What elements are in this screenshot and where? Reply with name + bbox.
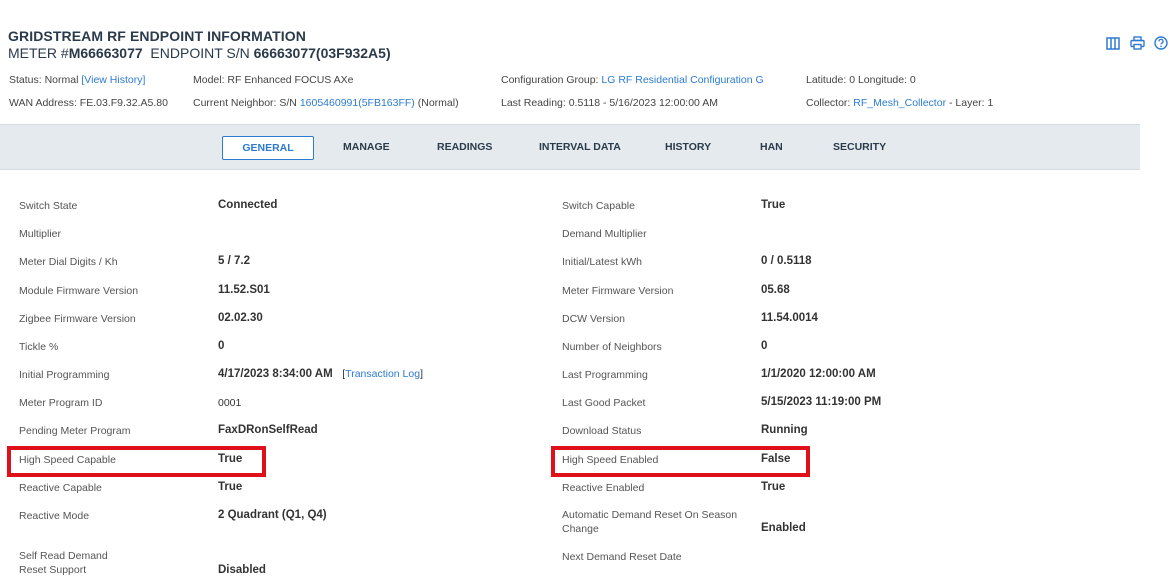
label-multiplier: Multiplier [19, 228, 62, 240]
value-number-of-neighbors: 0 [761, 340, 768, 352]
value-auto-demand-reset: Enabled [761, 522, 806, 534]
value-dial-digits: 5 / 7.2 [218, 255, 250, 267]
label-module-firmware: Module Firmware Version [19, 285, 139, 297]
page-header: GRIDSTREAM RF ENDPOINT INFORMATION METER… [8, 28, 391, 61]
tab-interval-data[interactable]: INTERVAL DATA [539, 136, 621, 160]
highlight-box-high-speed-enabled [551, 446, 810, 477]
neighbor-prefix: Current Neighbor: S/N [193, 97, 297, 109]
label-reactive-enabled: Reactive Enabled [562, 482, 645, 494]
tab-han[interactable]: HAN [760, 136, 783, 160]
highlight-box-high-speed-capable [7, 446, 266, 477]
help-icon[interactable] [1153, 35, 1169, 51]
value-last-good-packet: 5/15/2023 11:19:00 PM [761, 396, 882, 408]
transaction-log-close: ] [420, 368, 423, 380]
endpoint-sn: 66663077(03F932A5) [253, 45, 391, 61]
label-next-demand-reset: Next Demand Reset Date [562, 551, 682, 563]
neighbor-link[interactable]: 1605460991(5FB163FF) [300, 97, 415, 109]
label-number-of-neighbors: Number of Neighbors [562, 341, 662, 353]
label-reactive-capable: Reactive Capable [19, 482, 102, 494]
config-group-link[interactable]: LG RF Residential Configuration G [601, 74, 763, 86]
label-zigbee-firmware: Zigbee Firmware Version [19, 313, 136, 325]
label-dial-digits: Meter Dial Digits / Kh [19, 256, 118, 268]
label-initial-latest-kwh: Initial/Latest kWh [562, 256, 642, 268]
value-module-firmware: 11.52.S01 [218, 284, 270, 296]
label-dcw-version: DCW Version [562, 313, 626, 325]
label-last-programming: Last Programming [562, 369, 648, 381]
label-self-read-demand-line1: Self Read Demand [19, 550, 108, 562]
label-self-read-demand-line2: Reset Support [19, 564, 87, 576]
config-prefix: Configuration Group: [501, 74, 599, 86]
tab-security[interactable]: SECURITY [833, 136, 886, 160]
neighbor-suffix: (Normal) [417, 97, 459, 109]
value-meter-firmware: 05.68 [761, 284, 790, 296]
meter-prefix: METER # [8, 45, 69, 61]
collector-info: Collector: RF_Mesh_Collector - Layer: 1 [806, 97, 993, 109]
value-dcw-version: 11.54.0014 [761, 312, 818, 324]
value-tickle: 0 [218, 340, 225, 352]
label-reactive-mode: Reactive Mode [19, 510, 90, 522]
latlong-info: Latitude: 0 Longitude: 0 [806, 74, 916, 86]
value-initial-latest-kwh: 0 / 0.5118 [761, 255, 812, 267]
label-initial-programming: Initial Programming [19, 369, 110, 381]
page-subtitle: METER #M66663077 ENDPOINT S/N 66663077(0… [8, 45, 391, 61]
label-last-good-packet: Last Good Packet [562, 397, 646, 409]
transaction-log-link[interactable]: Transaction Log [345, 368, 420, 380]
label-meter-program-id: Meter Program ID [19, 397, 103, 409]
last-reading-info: Last Reading: 0.5118 - 5/16/2023 12:00:0… [501, 97, 718, 109]
value-reactive-enabled: True [761, 481, 786, 493]
value-reactive-mode: 2 Quadrant (Q1, Q4) [218, 509, 327, 521]
neighbor-info: Current Neighbor: S/N 1605460991(5FB163F… [193, 97, 459, 109]
page-title: GRIDSTREAM RF ENDPOINT INFORMATION [8, 28, 306, 44]
label-auto-demand-reset: Automatic Demand Reset On Season Change [562, 508, 737, 536]
label-pending-meter-program: Pending Meter Program [19, 425, 131, 437]
model-info: Model: RF Enhanced FOCUS AXe [193, 74, 354, 86]
print-icon[interactable] [1129, 35, 1145, 51]
status-info: Status: Normal [View History] [9, 74, 145, 86]
wan-address: WAN Address: FE.03.F9.32.A5.80 [9, 97, 168, 109]
value-download-status: Running [761, 424, 808, 436]
label-switch-state: Switch State [19, 200, 78, 212]
label-meter-firmware: Meter Firmware Version [562, 285, 674, 297]
collector-suffix: - Layer: 1 [949, 97, 994, 109]
view-history-link[interactable]: [View History] [81, 74, 145, 86]
tab-bar: GENERAL MANAGE READINGS INTERVAL DATA HI… [0, 124, 1140, 170]
tab-manage[interactable]: MANAGE [343, 136, 390, 160]
value-initial-programming-row: 4/17/2023 8:34:00 AM [Transaction Log] [218, 368, 423, 380]
value-zigbee-firmware: 02.02.30 [218, 312, 263, 324]
status-text: Status: Normal [9, 74, 79, 86]
label-self-read-demand: Self Read Demand Reset Support [19, 549, 108, 577]
endpoint-prefix: ENDPOINT S/N [150, 45, 250, 61]
label-download-status: Download Status [562, 425, 642, 437]
label-auto-demand-reset-line2: Change [562, 523, 599, 535]
tab-readings[interactable]: READINGS [437, 136, 492, 160]
tab-general[interactable]: GENERAL [222, 136, 314, 160]
value-switch-state: Connected [218, 199, 278, 211]
tab-history[interactable]: HISTORY [665, 136, 711, 160]
value-switch-capable: True [761, 199, 786, 211]
label-switch-capable: Switch Capable [562, 200, 635, 212]
label-auto-demand-reset-line1: Automatic Demand Reset On Season [562, 509, 738, 521]
label-tickle: Tickle % [19, 341, 59, 353]
value-self-read-demand: Disabled [218, 564, 266, 576]
meter-program-id-link[interactable]: 0001 [218, 397, 241, 409]
label-demand-multiplier: Demand Multiplier [562, 228, 647, 240]
config-group-info: Configuration Group: LG RF Residential C… [501, 74, 764, 86]
value-initial-programming: 4/17/2023 8:34:00 AM [218, 368, 333, 380]
collector-prefix: Collector: [806, 97, 851, 109]
value-pending-meter-program: FaxDRonSelfRead [218, 424, 318, 436]
value-reactive-capable: True [218, 481, 243, 493]
meter-number: M66663077 [68, 45, 143, 61]
toolbar-icons [1105, 35, 1169, 51]
value-last-programming: 1/1/2020 12:00:00 AM [761, 368, 876, 380]
columns-icon[interactable] [1105, 35, 1121, 51]
collector-link[interactable]: RF_Mesh_Collector [853, 97, 946, 109]
